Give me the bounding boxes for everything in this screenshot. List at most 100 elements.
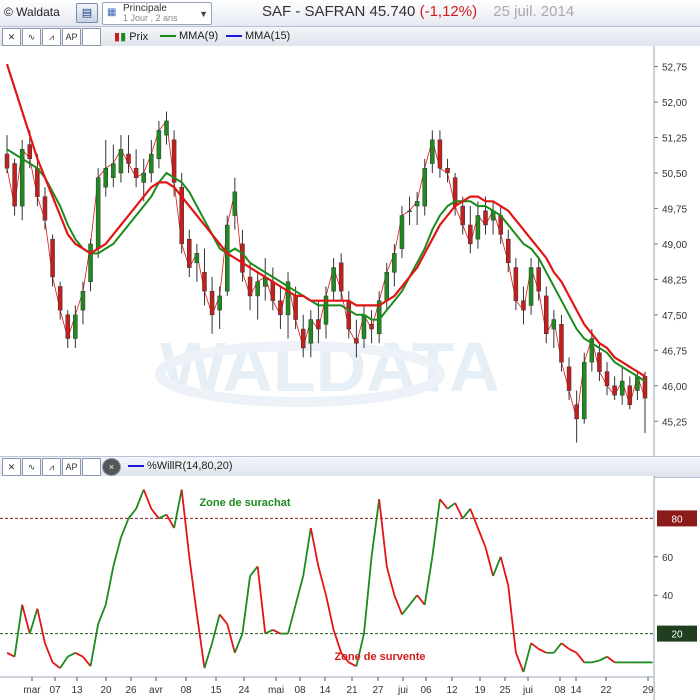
y-tick-label: 49,00 <box>662 240 687 251</box>
legend-mma15: MMA(15) <box>226 30 290 42</box>
candle-body <box>513 267 519 301</box>
candle-body <box>194 253 200 264</box>
candle-body <box>475 215 481 240</box>
williams-r-chart: 80 60 40 20 Zone de surachat Zone de survente… <box>0 476 697 700</box>
candle-body <box>95 177 101 249</box>
candle-body <box>604 371 610 387</box>
preset-dropdown[interactable]: ▦ Principale 1 Jour , 2 ans ▼ <box>102 2 212 25</box>
plot-background <box>0 476 654 700</box>
y-tick-label: 60 <box>662 553 674 564</box>
candle-body <box>65 314 71 339</box>
ap-icon[interactable]: AP <box>62 458 81 476</box>
chevron-down-icon: ▼ <box>199 9 208 19</box>
x-tick-label: 08 <box>554 685 566 696</box>
y-tick-label: 49,75 <box>662 204 687 215</box>
candle-body <box>73 314 78 339</box>
candle-body <box>164 120 169 136</box>
candle-body <box>544 295 549 335</box>
candle-body <box>566 366 572 391</box>
candle-body <box>255 281 260 297</box>
x-tick-label: 20 <box>100 685 112 696</box>
candle-body <box>209 290 215 316</box>
y-tick-label: 52,00 <box>662 98 687 109</box>
candle-body <box>80 290 86 311</box>
candle-body <box>126 153 131 164</box>
candle-body <box>331 267 336 292</box>
x-tick-label: 29 <box>642 685 654 696</box>
y-tick-label: 80 <box>671 514 683 525</box>
title-main: SAF - SAFRAN 45.740 <box>262 3 416 20</box>
price-toolbar: ✕ ∿ ⩘ AP ▮▮ Prix MMA(9) MMA(15) <box>0 26 700 48</box>
indicator-icon[interactable]: ⩘ <box>42 28 61 46</box>
candle-body <box>399 215 405 249</box>
candle-body <box>202 272 207 292</box>
x-tick-label: 13 <box>71 685 83 696</box>
y-tick-label: 40 <box>662 591 674 602</box>
candle-body <box>414 201 420 207</box>
tools-icon[interactable]: ✕ <box>2 28 21 46</box>
x-tick-label: 08 <box>294 685 306 696</box>
candle-body <box>217 295 222 311</box>
x-tick-label: jui <box>397 685 408 696</box>
indicator-toolbar: ✕ ∿ ⩘ AP × %WillR(14,80,20) <box>0 456 700 478</box>
candle-body <box>232 191 238 216</box>
candle-body <box>422 167 427 207</box>
candle-body <box>338 262 344 292</box>
line-chart-icon[interactable]: ∿ <box>22 458 41 476</box>
candle-icon: ▮ <box>120 31 127 43</box>
candle-body <box>27 144 33 160</box>
square-icon[interactable] <box>82 28 101 46</box>
candle-body <box>300 328 306 349</box>
candle-body <box>240 243 245 273</box>
candle-body <box>407 210 412 213</box>
y-tick-label: 46,00 <box>662 382 687 393</box>
candle-body <box>437 139 443 169</box>
candle-body <box>133 167 139 178</box>
candle-body <box>35 167 40 197</box>
candle-body <box>483 210 488 226</box>
title-change: (-1,12%) <box>419 3 478 20</box>
candle-body <box>187 238 192 268</box>
candle-body <box>111 163 116 178</box>
candle-body <box>581 361 587 420</box>
candle-body <box>528 267 534 306</box>
line-chart-icon[interactable]: ∿ <box>22 28 41 46</box>
price-chart: WALDATA52,7552,0051,2550,5049,7549,0048,… <box>0 46 700 456</box>
x-tick-label: 14 <box>319 685 331 696</box>
candle-body <box>225 224 230 292</box>
square-icon[interactable] <box>82 458 101 476</box>
x-tick-label: avr <box>149 685 164 696</box>
candle-body <box>468 224 473 245</box>
brand-label: © Waldata <box>4 5 60 19</box>
candle-body <box>612 385 617 396</box>
y-tick-label: 45,25 <box>662 417 687 428</box>
candle-body <box>619 380 625 396</box>
indicator-icon[interactable]: ⩘ <box>42 458 61 476</box>
book-icon[interactable]: ▤ <box>76 3 98 23</box>
x-tick-label: 26 <box>125 685 137 696</box>
candle-body <box>574 404 579 420</box>
preset-sub: 1 Jour , 2 ans <box>123 13 178 23</box>
ap-icon[interactable]: AP <box>62 28 81 46</box>
candle-body <box>149 153 154 174</box>
candle-body <box>118 149 124 174</box>
x-tick-label: mai <box>268 685 284 696</box>
tools-icon[interactable]: ✕ <box>2 458 21 476</box>
candle-body <box>247 276 253 297</box>
candle-body <box>42 196 48 221</box>
candle-body <box>88 243 93 282</box>
close-icon[interactable]: × <box>102 458 121 476</box>
x-tick-label: 19 <box>474 685 486 696</box>
candle-body <box>506 238 511 264</box>
y-tick-label: 46,75 <box>662 346 687 357</box>
legend-prix: ▮▮ Prix <box>114 31 149 43</box>
zone-overbought-label: Zone de surachat <box>199 497 290 509</box>
grid-icon: ▦ <box>107 7 117 18</box>
y-tick-label: 48,25 <box>662 275 687 286</box>
candle-body <box>354 338 359 344</box>
x-tick-label: jui <box>522 685 533 696</box>
candle-body <box>293 295 298 320</box>
x-tick-label: 12 <box>446 685 458 696</box>
x-tick-label: 22 <box>600 685 612 696</box>
zone-oversold-label: Zone de survente <box>334 651 425 663</box>
